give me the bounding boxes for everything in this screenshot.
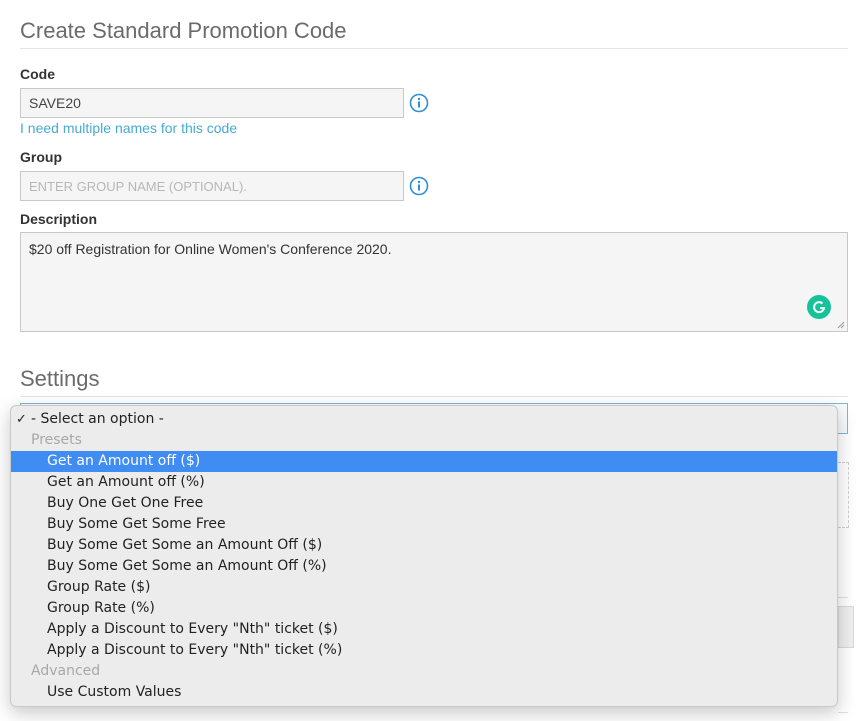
description-textarea[interactable]: $20 off Registration for Online Women's …: [20, 232, 848, 332]
group-label: Group: [20, 149, 62, 165]
dropdown-option[interactable]: Apply a Discount to Every "Nth" ticket (…: [11, 640, 837, 661]
dropdown-option[interactable]: Buy Some Get Some an Amount Off ($): [11, 535, 837, 556]
dropdown-option[interactable]: Use Custom Values: [11, 682, 837, 703]
dropdown-group-advanced: Advanced: [31, 663, 101, 679]
info-icon[interactable]: [409, 176, 429, 196]
dropdown-option-select[interactable]: ✓ - Select an option -: [11, 409, 837, 430]
dropdown-option[interactable]: Get an Amount off ($): [11, 451, 837, 472]
grammarly-icon[interactable]: [807, 295, 831, 319]
page-title: Create Standard Promotion Code: [20, 18, 848, 49]
code-label: Code: [20, 66, 55, 82]
background-divider: [838, 712, 848, 713]
resize-grip-icon[interactable]: [837, 321, 845, 329]
info-icon[interactable]: [409, 93, 429, 113]
dropdown-option[interactable]: Buy One Get One Free: [11, 493, 837, 514]
settings-dropdown-menu[interactable]: ✓ - Select an option - Presets Get an Am…: [10, 405, 838, 707]
group-input[interactable]: ENTER GROUP NAME (OPTIONAL).: [20, 171, 404, 201]
dropdown-group-presets: Presets: [31, 432, 82, 448]
dropdown-option[interactable]: Group Rate (%): [11, 598, 837, 619]
description-text: $20 off Registration for Online Women's …: [29, 241, 392, 257]
background-panel: [838, 462, 849, 528]
background-button: [838, 606, 854, 648]
multiple-names-link[interactable]: I need multiple names for this code: [20, 120, 237, 136]
settings-title: Settings: [20, 366, 848, 397]
checkmark-icon: ✓: [16, 412, 27, 427]
code-input[interactable]: SAVE20: [20, 88, 404, 118]
dropdown-option[interactable]: Apply a Discount to Every "Nth" ticket (…: [11, 619, 837, 640]
background-divider: [838, 597, 848, 598]
dropdown-option[interactable]: Buy Some Get Some Free: [11, 514, 837, 535]
dropdown-option[interactable]: Group Rate ($): [11, 577, 837, 598]
dropdown-option[interactable]: Get an Amount off (%): [11, 472, 837, 493]
dropdown-option[interactable]: Buy Some Get Some an Amount Off (%): [11, 556, 837, 577]
description-label: Description: [20, 211, 98, 227]
